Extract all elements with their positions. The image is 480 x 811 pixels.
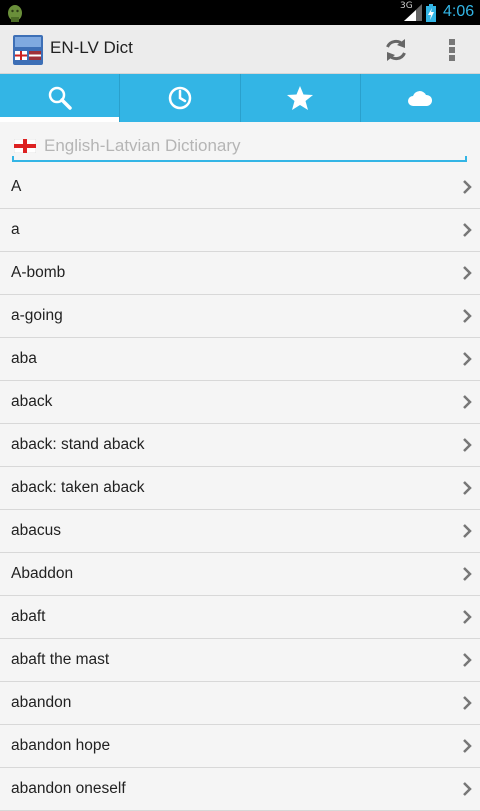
chevron-right-icon [463, 395, 472, 409]
list-item[interactable]: abaft [0, 596, 480, 639]
word-label: aback: stand aback [11, 436, 145, 453]
word-label: abandon hope [11, 737, 111, 754]
list-item[interactable]: abacus [0, 510, 480, 553]
chevron-right-icon [463, 481, 472, 495]
word-label: aback: taken aback [11, 479, 145, 496]
word-label: abacus [11, 522, 61, 539]
clock-icon [168, 86, 192, 110]
tab-favorites[interactable] [241, 74, 361, 122]
chevron-right-icon [463, 352, 472, 366]
tab-cloud[interactable] [361, 74, 480, 122]
battery-charging-icon [426, 4, 436, 22]
chevron-right-icon [463, 567, 472, 581]
chevron-right-icon [463, 610, 472, 624]
chevron-right-icon [463, 782, 472, 796]
list-item[interactable]: Abaddon [0, 553, 480, 596]
word-label: abaft the mast [11, 651, 110, 668]
tab-history[interactable] [120, 74, 241, 122]
word-label: abaft [11, 608, 46, 625]
word-label: a-going [11, 307, 63, 324]
list-item[interactable]: abaft the mast [0, 639, 480, 682]
tab-search[interactable] [0, 74, 121, 122]
chevron-right-icon [463, 653, 472, 667]
chevron-right-icon [463, 309, 472, 323]
status-bar: 3G 4:06 [0, 0, 480, 25]
tab-bar [0, 74, 480, 122]
word-label: abandon oneself [11, 780, 126, 797]
word-label: A [11, 178, 22, 195]
chevron-right-icon [463, 524, 472, 538]
search-icon [48, 86, 72, 110]
action-bar: EN-LV Dict [0, 25, 480, 74]
word-label: A-bomb [11, 264, 66, 281]
list-item[interactable]: aback [0, 381, 480, 424]
chevron-right-icon [463, 739, 472, 753]
star-icon [287, 86, 314, 110]
status-clock: 4:06 [443, 3, 475, 20]
word-label: a [11, 221, 20, 238]
app-title: EN-LV Dict [50, 38, 133, 57]
list-item[interactable]: a [0, 209, 480, 252]
chevron-right-icon [463, 180, 472, 194]
english-flag-icon [14, 139, 36, 153]
word-label: aba [11, 350, 37, 367]
overflow-menu-button[interactable] [440, 33, 464, 67]
chevron-right-icon [463, 438, 472, 452]
list-item[interactable]: A [0, 166, 480, 209]
word-label: aback [11, 393, 53, 410]
list-item[interactable]: a-going [0, 295, 480, 338]
list-item[interactable]: abandon hope [0, 725, 480, 768]
list-item[interactable]: aba [0, 338, 480, 381]
signal-strength-icon [404, 4, 422, 21]
list-item[interactable]: abandon [0, 682, 480, 725]
list-item[interactable]: abandon oneself [0, 768, 480, 811]
android-debug-icon [8, 5, 22, 22]
search-input[interactable] [44, 133, 464, 159]
chevron-right-icon [463, 266, 472, 280]
word-label: abandon [11, 694, 72, 711]
refresh-icon [386, 39, 406, 61]
chevron-right-icon [463, 696, 472, 710]
word-list: Aa A-bomb a-going aba aback aback: stand abac… [0, 166, 480, 811]
cloud-icon [408, 91, 433, 106]
chevron-right-icon [463, 223, 472, 237]
list-item[interactable]: aback: taken aback [0, 467, 480, 510]
word-label: Abaddon [11, 565, 74, 582]
search-bar [0, 122, 480, 166]
refresh-button[interactable] [378, 33, 414, 67]
list-item[interactable]: aback: stand aback [0, 424, 480, 467]
list-item[interactable]: A-bomb [0, 252, 480, 295]
app-logo-icon [13, 35, 43, 65]
search-underline [12, 156, 467, 162]
more-vert-icon [449, 39, 455, 61]
